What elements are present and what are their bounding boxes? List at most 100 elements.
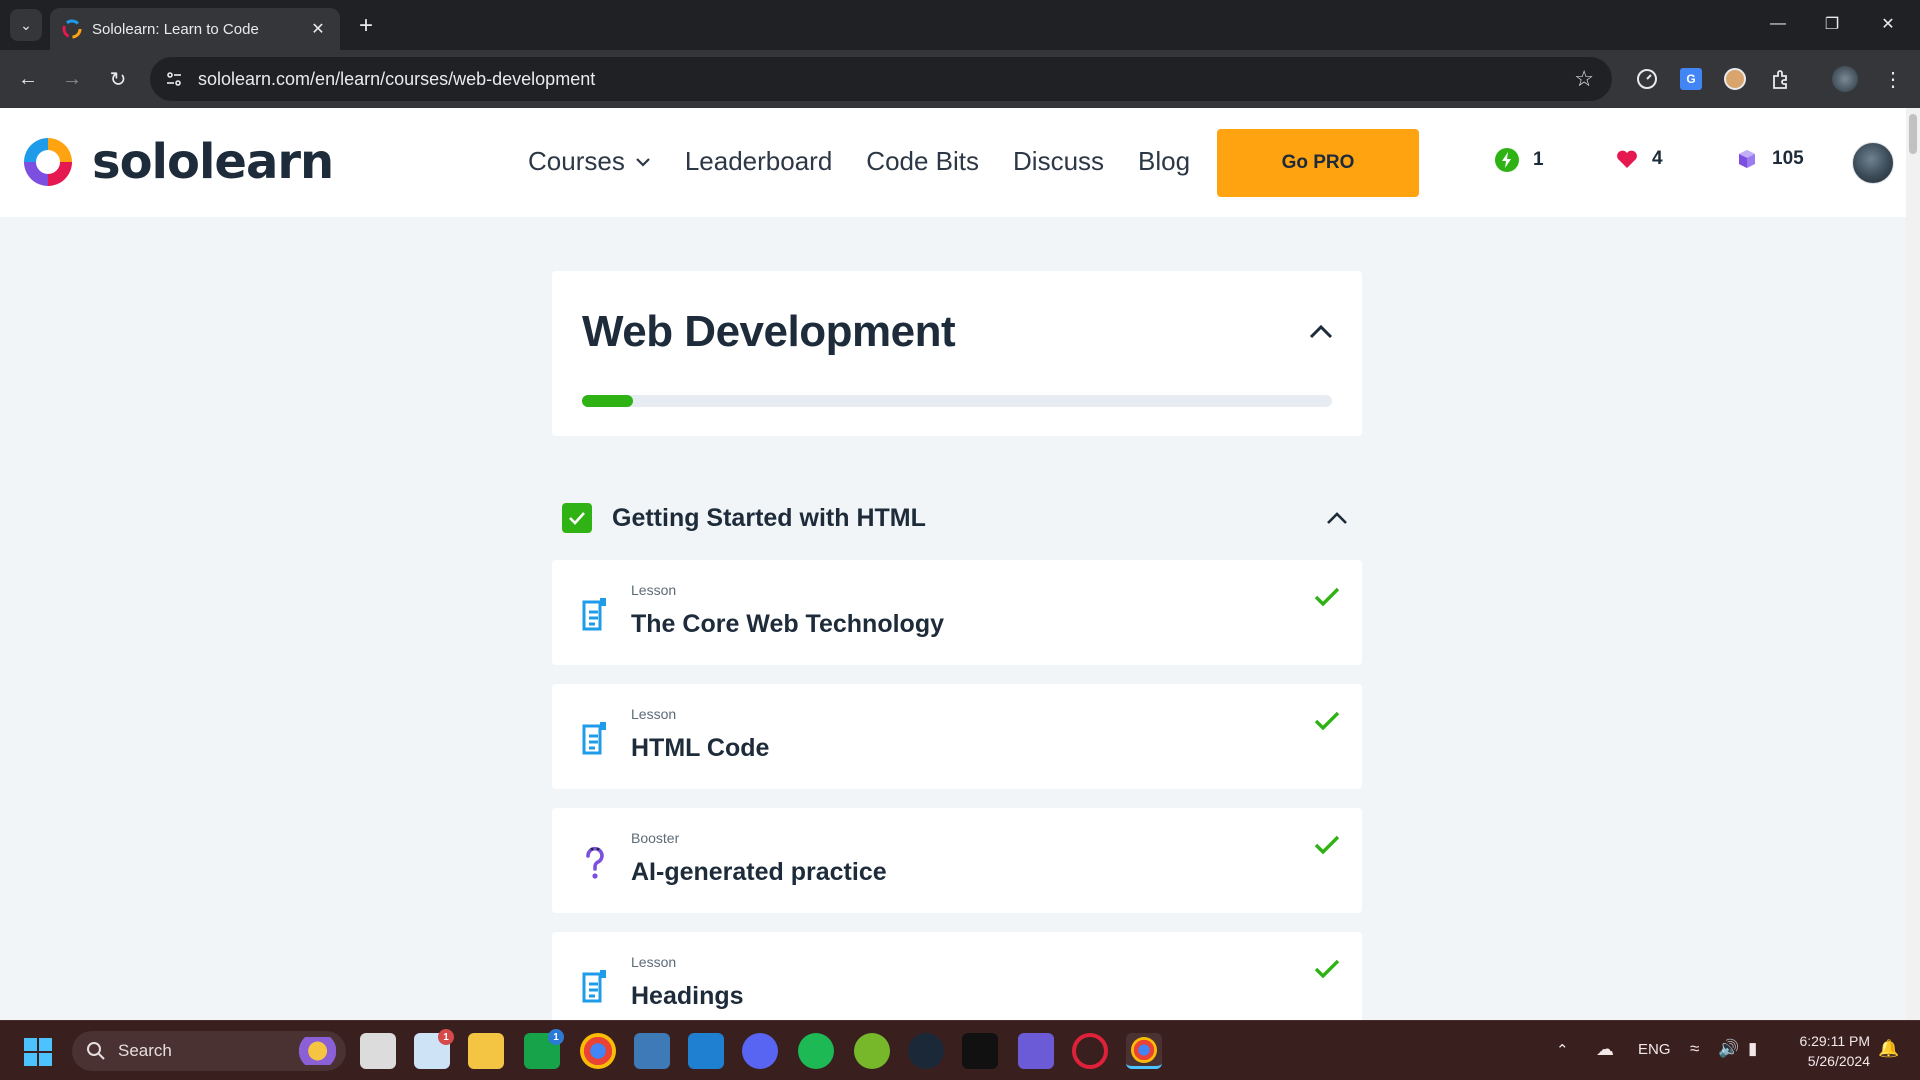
notification-bell-icon[interactable]: 🔔 bbox=[1878, 1039, 1899, 1059]
site-settings-icon[interactable] bbox=[156, 61, 192, 97]
profile-avatar-icon[interactable] bbox=[1830, 64, 1860, 94]
game-controller-icon[interactable] bbox=[1018, 1033, 1054, 1069]
logo-text: sololearn bbox=[92, 134, 334, 190]
lesson-type: Lesson bbox=[631, 954, 677, 970]
nav-discuss[interactable]: Discuss bbox=[1013, 146, 1104, 177]
hearts-count: 4 bbox=[1652, 148, 1663, 169]
task-view-icon[interactable] bbox=[360, 1033, 396, 1069]
restore-window-icon[interactable]: ❐ bbox=[1810, 6, 1854, 42]
spotify-icon[interactable] bbox=[798, 1033, 834, 1069]
url-text: sololearn.com/en/learn/courses/web-devel… bbox=[198, 68, 596, 89]
new-tab-button[interactable]: + bbox=[352, 12, 380, 40]
lightning-bolt-icon bbox=[1495, 148, 1519, 172]
checkmark-icon bbox=[1314, 711, 1340, 731]
python-icon[interactable] bbox=[634, 1033, 670, 1069]
steam-icon[interactable] bbox=[908, 1033, 944, 1069]
hearts-counter[interactable]: 4 bbox=[1616, 148, 1663, 170]
tab-search-dropdown-icon[interactable]: ⌄ bbox=[10, 9, 42, 41]
browser-tab-active[interactable]: Sololearn: Learn to Code ✕ bbox=[50, 8, 340, 50]
lesson-name: HTML Code bbox=[631, 734, 770, 762]
module-header[interactable]: Getting Started with HTML bbox=[562, 496, 1352, 540]
lesson-type: Lesson bbox=[631, 706, 677, 722]
lesson-item[interactable]: Lesson The Core Web Technology bbox=[552, 560, 1362, 665]
site-header: sololearn Courses Leaderboard Code Bits … bbox=[0, 108, 1906, 217]
nav-code-bits[interactable]: Code Bits bbox=[866, 146, 979, 177]
streak-count: 1 bbox=[1533, 149, 1544, 170]
main-nav: Courses Leaderboard Code Bits Discuss Bl… bbox=[528, 146, 1224, 177]
go-pro-button[interactable]: Go PRO bbox=[1217, 129, 1419, 197]
module-complete-check-icon bbox=[562, 503, 592, 533]
show-hidden-icons-chevron[interactable]: ⌃ bbox=[1556, 1041, 1569, 1059]
course-header-card: Web Development bbox=[552, 271, 1362, 436]
web-page: sololearn Courses Leaderboard Code Bits … bbox=[0, 108, 1920, 1020]
vscode-icon[interactable] bbox=[688, 1033, 724, 1069]
extension-avatar-icon[interactable] bbox=[1720, 64, 1750, 94]
course-collapse-button[interactable] bbox=[1306, 317, 1336, 347]
epic-games-icon[interactable] bbox=[962, 1033, 998, 1069]
utorrent-icon[interactable] bbox=[854, 1033, 890, 1069]
weather-badge: 1 bbox=[438, 1029, 454, 1045]
lesson-item[interactable]: Lesson HTML Code bbox=[552, 684, 1362, 789]
windows-taskbar: Search 1 1 ⌃ ☁ ENG ≈ 🔊 ▮ 6:29:11 PM 5/26… bbox=[0, 1020, 1920, 1080]
extension-speedometer-icon[interactable] bbox=[1632, 64, 1662, 94]
extensions-puzzle-icon[interactable] bbox=[1766, 64, 1796, 94]
page-scrollbar[interactable] bbox=[1906, 108, 1920, 1020]
bits-count: 105 bbox=[1772, 148, 1804, 169]
lesson-type: Booster bbox=[631, 830, 680, 846]
chevron-up-icon bbox=[1309, 324, 1333, 339]
nav-courses[interactable]: Courses bbox=[528, 146, 651, 177]
file-explorer-icon[interactable] bbox=[468, 1033, 504, 1069]
chrome-menu-icon[interactable]: ⋮ bbox=[1878, 64, 1908, 94]
streak-counter[interactable]: 1 bbox=[1495, 148, 1544, 172]
scrollbar-thumb[interactable] bbox=[1909, 114, 1917, 154]
onedrive-cloud-icon[interactable]: ☁ bbox=[1596, 1039, 1614, 1060]
sololearn-logo[interactable]: sololearn bbox=[18, 132, 334, 192]
module-collapse-button[interactable] bbox=[1322, 503, 1352, 533]
weather-widget-icon[interactable]: 1 bbox=[414, 1029, 454, 1069]
back-arrow-icon[interactable]: ← bbox=[12, 63, 44, 95]
tab-close-icon[interactable]: ✕ bbox=[308, 19, 328, 39]
browser-toolbar: ← → ↻ sololearn.com/en/learn/courses/web… bbox=[0, 50, 1920, 108]
reload-icon[interactable]: ↻ bbox=[102, 63, 134, 95]
chrome-active-app-icon[interactable] bbox=[1126, 1033, 1162, 1069]
windows-start-icon[interactable] bbox=[24, 1038, 52, 1066]
nav-blog[interactable]: Blog bbox=[1138, 146, 1190, 177]
wifi-icon[interactable]: ≈ bbox=[1690, 1039, 1699, 1059]
lesson-item[interactable]: Booster AI-generated practice bbox=[552, 808, 1362, 913]
address-bar[interactable]: sololearn.com/en/learn/courses/web-devel… bbox=[150, 57, 1612, 101]
xbox-icon[interactable]: 1 bbox=[524, 1029, 564, 1069]
language-indicator[interactable]: ENG bbox=[1638, 1041, 1671, 1058]
search-label: Search bbox=[118, 1041, 172, 1060]
module-title: Getting Started with HTML bbox=[612, 503, 926, 532]
checkmark-icon bbox=[1314, 587, 1340, 607]
nav-leaderboard[interactable]: Leaderboard bbox=[685, 146, 832, 177]
chrome-app-icon[interactable] bbox=[580, 1033, 616, 1069]
booster-question-icon bbox=[578, 842, 612, 882]
lesson-doc-icon bbox=[578, 966, 612, 1006]
volume-icon[interactable]: 🔊 bbox=[1718, 1039, 1739, 1059]
discord-icon[interactable] bbox=[742, 1033, 778, 1069]
lesson-name: AI-generated practice bbox=[631, 858, 887, 886]
bookmark-star-icon[interactable]: ☆ bbox=[1574, 66, 1594, 92]
bits-cube-icon bbox=[1739, 150, 1755, 168]
battery-icon[interactable]: ▮ bbox=[1748, 1039, 1757, 1059]
xbox-badge: 1 bbox=[548, 1029, 564, 1045]
system-clock[interactable]: 6:29:11 PM 5/26/2024 bbox=[1790, 1031, 1870, 1071]
opera-icon[interactable] bbox=[1072, 1033, 1108, 1069]
sololearn-logo-icon bbox=[24, 138, 72, 186]
lesson-item[interactable]: Lesson Headings bbox=[552, 932, 1362, 1020]
lesson-type: Lesson bbox=[631, 582, 677, 598]
bits-counter[interactable]: 105 bbox=[1736, 148, 1804, 170]
checkmark-icon bbox=[1314, 959, 1340, 979]
clock-time: 6:29:11 PM bbox=[1799, 1033, 1870, 1049]
extension-translate-icon[interactable]: G bbox=[1676, 64, 1706, 94]
taskbar-search-box[interactable]: Search bbox=[72, 1031, 346, 1071]
close-window-icon[interactable]: ✕ bbox=[1866, 6, 1910, 42]
nav-courses-label: Courses bbox=[528, 146, 625, 176]
clock-date: 5/26/2024 bbox=[1807, 1053, 1870, 1069]
search-highlight-flowers-icon bbox=[290, 1037, 336, 1065]
minimize-window-icon[interactable]: — bbox=[1756, 6, 1800, 42]
user-avatar[interactable] bbox=[1852, 142, 1894, 184]
course-progress-bar bbox=[582, 395, 1332, 407]
forward-arrow-icon[interactable]: → bbox=[56, 63, 88, 95]
